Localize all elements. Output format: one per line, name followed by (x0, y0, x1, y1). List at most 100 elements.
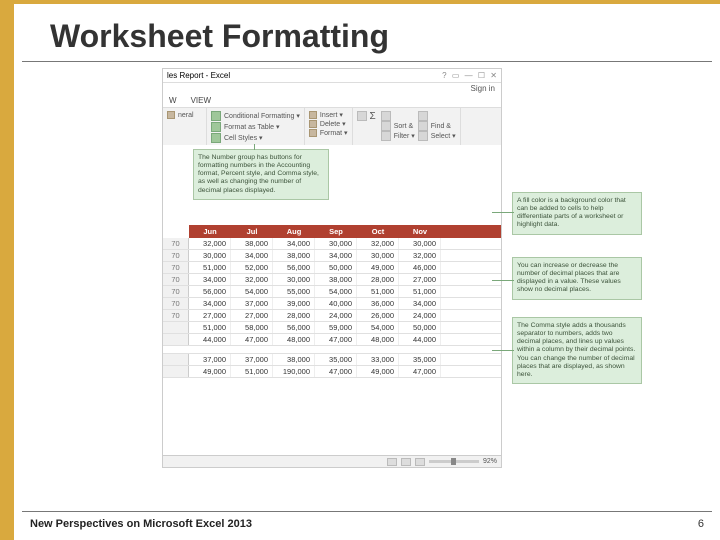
cell[interactable]: 56,000 (189, 286, 231, 297)
cell[interactable]: 58,000 (231, 322, 273, 333)
cell[interactable]: 37,000 (231, 298, 273, 309)
sign-in-link[interactable]: Sign in (163, 83, 501, 94)
view-normal-icon[interactable] (387, 458, 397, 466)
cell[interactable]: 51,000 (231, 366, 273, 377)
cell[interactable]: 44,000 (399, 334, 441, 345)
cell[interactable]: 51,000 (357, 286, 399, 297)
delete-button[interactable]: Delete ▾ (309, 120, 348, 128)
cell[interactable]: 28,000 (273, 310, 315, 321)
conditional-formatting-button[interactable]: Conditional Formatting ▾ (211, 111, 300, 121)
cell[interactable]: 38,000 (315, 274, 357, 285)
cell[interactable]: 32,000 (399, 250, 441, 261)
cell[interactable]: 35,000 (315, 354, 357, 365)
view-page-layout-icon[interactable] (401, 458, 411, 466)
cell[interactable]: 50,000 (315, 262, 357, 273)
cell[interactable]: 56,000 (273, 322, 315, 333)
row-header[interactable]: 70 (163, 274, 189, 285)
maximize-icon[interactable]: ☐ (478, 71, 485, 80)
cell[interactable]: 40,000 (315, 298, 357, 309)
cell[interactable]: 38,000 (273, 250, 315, 261)
row-header[interactable] (163, 366, 189, 377)
cell[interactable]: 38,000 (231, 238, 273, 249)
cell[interactable]: 54,000 (357, 322, 399, 333)
row-header[interactable]: 70 (163, 262, 189, 273)
row-header[interactable]: 70 (163, 250, 189, 261)
minimize-icon[interactable]: — (465, 71, 473, 80)
cell[interactable]: 51,000 (189, 262, 231, 273)
cell[interactable]: 30,000 (357, 250, 399, 261)
cell[interactable]: 47,000 (315, 334, 357, 345)
cell[interactable]: 52,000 (231, 262, 273, 273)
row-header[interactable] (163, 322, 189, 333)
cell[interactable]: 39,000 (273, 298, 315, 309)
format-as-table-button[interactable]: Format as Table ▾ (211, 122, 300, 132)
cell[interactable]: 26,000 (357, 310, 399, 321)
cell[interactable]: 59,000 (315, 322, 357, 333)
cell[interactable]: 27,000 (399, 274, 441, 285)
cell[interactable]: 49,000 (189, 366, 231, 377)
format-button[interactable]: Format ▾ (309, 129, 348, 137)
cell[interactable]: 37,000 (231, 354, 273, 365)
cell[interactable]: 51,000 (399, 286, 441, 297)
cell[interactable]: 30,000 (189, 250, 231, 261)
cell[interactable]: 34,000 (315, 250, 357, 261)
insert-button[interactable]: Insert ▾ (309, 111, 348, 119)
cell[interactable]: 30,000 (273, 274, 315, 285)
cell[interactable]: 34,000 (399, 298, 441, 309)
cell[interactable]: 32,000 (231, 274, 273, 285)
autosum-icon[interactable]: Σ (357, 111, 376, 143)
cell[interactable]: 56,000 (273, 262, 315, 273)
cell[interactable]: 34,000 (231, 250, 273, 261)
find-select-button[interactable]: Find & Select ▾ (418, 111, 456, 143)
row-header[interactable]: 70 (163, 286, 189, 297)
cell[interactable]: 49,000 (357, 262, 399, 273)
cell[interactable]: 27,000 (231, 310, 273, 321)
cell-styles-button[interactable]: Cell Styles ▾ (211, 133, 300, 143)
tab-w[interactable]: W (169, 96, 177, 105)
cell[interactable]: 55,000 (273, 286, 315, 297)
cell[interactable]: 33,000 (357, 354, 399, 365)
cell[interactable]: 24,000 (315, 310, 357, 321)
cell[interactable]: 48,000 (273, 334, 315, 345)
number-format-dropdown[interactable]: neral (167, 111, 202, 119)
cell[interactable]: 30,000 (315, 238, 357, 249)
row-header[interactable]: 70 (163, 298, 189, 309)
sort-filter-button[interactable]: Sort & Filter ▾ (381, 111, 415, 143)
cell[interactable]: 34,000 (273, 238, 315, 249)
cell[interactable]: 190,000 (273, 366, 315, 377)
cell[interactable]: 46,000 (399, 262, 441, 273)
cell[interactable]: 24,000 (399, 310, 441, 321)
cell[interactable]: 54,000 (315, 286, 357, 297)
cell[interactable]: 50,000 (399, 322, 441, 333)
cell[interactable]: 47,000 (315, 366, 357, 377)
cell[interactable]: 28,000 (357, 274, 399, 285)
cell[interactable]: 47,000 (399, 366, 441, 377)
help-icon[interactable]: ? (442, 71, 446, 80)
cell[interactable]: 38,000 (273, 354, 315, 365)
row-header[interactable]: 70 (163, 238, 189, 249)
close-icon[interactable]: ✕ (490, 71, 497, 80)
tab-view[interactable]: VIEW (191, 96, 211, 105)
cell[interactable]: 48,000 (357, 334, 399, 345)
cell[interactable]: 37,000 (189, 354, 231, 365)
cell[interactable]: 44,000 (189, 334, 231, 345)
cell[interactable]: 32,000 (357, 238, 399, 249)
cell[interactable]: 34,000 (189, 298, 231, 309)
cell[interactable]: 34,000 (189, 274, 231, 285)
cell[interactable]: 54,000 (231, 286, 273, 297)
cell[interactable]: 27,000 (189, 310, 231, 321)
cell[interactable]: 30,000 (399, 238, 441, 249)
zoom-slider[interactable] (429, 460, 479, 463)
ribbon-min-icon[interactable]: ▭ (452, 71, 460, 80)
row-header[interactable] (163, 354, 189, 365)
cell[interactable]: 49,000 (357, 366, 399, 377)
row-header[interactable] (163, 334, 189, 345)
row-header[interactable]: 70 (163, 310, 189, 321)
cell[interactable]: 32,000 (189, 238, 231, 249)
zoom-level[interactable]: 92% (483, 458, 497, 465)
cell[interactable]: 51,000 (189, 322, 231, 333)
cell[interactable]: 36,000 (357, 298, 399, 309)
cell[interactable]: 47,000 (231, 334, 273, 345)
view-page-break-icon[interactable] (415, 458, 425, 466)
cell[interactable]: 35,000 (399, 354, 441, 365)
